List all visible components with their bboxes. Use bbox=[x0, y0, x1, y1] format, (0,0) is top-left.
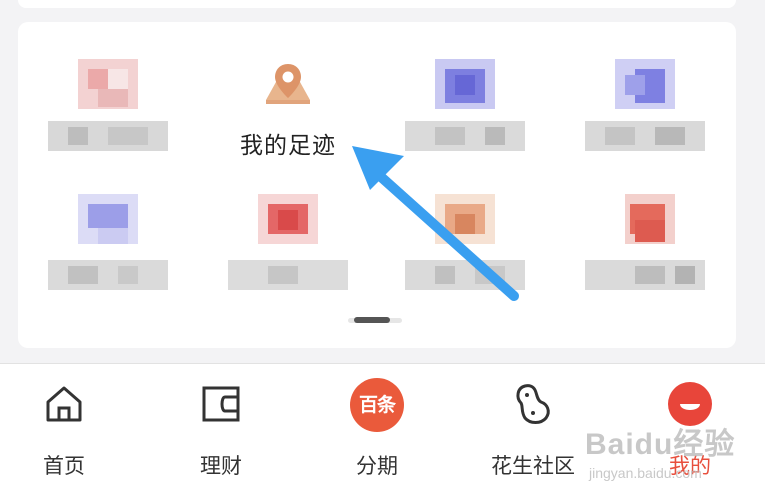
tab-installment[interactable]: 百条 分期 bbox=[322, 378, 432, 478]
grid-item-obscured-1[interactable] bbox=[48, 55, 168, 165]
tab-wealth[interactable]: 理财 bbox=[166, 382, 276, 478]
location-pin-icon bbox=[266, 64, 310, 104]
tab-label: 花生社区 bbox=[491, 454, 575, 478]
grid-item-obscured-6[interactable] bbox=[228, 190, 348, 300]
baichuan-icon: 百条 bbox=[350, 378, 404, 432]
tab-home[interactable]: 首页 bbox=[9, 382, 119, 478]
tab-mine[interactable]: 我的 bbox=[635, 382, 745, 478]
tab-label: 理财 bbox=[200, 454, 242, 478]
previous-card-edge bbox=[18, 0, 736, 8]
tab-label: 首页 bbox=[43, 454, 85, 478]
wallet-icon bbox=[202, 386, 240, 422]
grid-item-obscured-4[interactable] bbox=[585, 55, 705, 165]
page-indicator bbox=[348, 316, 402, 324]
peanut-icon bbox=[516, 384, 550, 424]
mine-icon bbox=[668, 382, 712, 426]
annotation-arrow bbox=[352, 146, 519, 301]
tab-label: 我的 bbox=[669, 454, 711, 478]
page-indicator-thumb bbox=[354, 317, 390, 323]
bottom-tab-bar: 首页 理财 百条 分期 花生社区 我的 bbox=[0, 363, 765, 498]
home-icon bbox=[46, 386, 82, 422]
grid-item-obscured-8[interactable] bbox=[585, 190, 705, 300]
grid-item-obscured-5[interactable] bbox=[48, 190, 168, 300]
grid-item-label: 我的足迹 bbox=[240, 133, 336, 159]
tab-community[interactable]: 花生社区 bbox=[478, 382, 588, 478]
tab-label: 分期 bbox=[356, 454, 398, 478]
